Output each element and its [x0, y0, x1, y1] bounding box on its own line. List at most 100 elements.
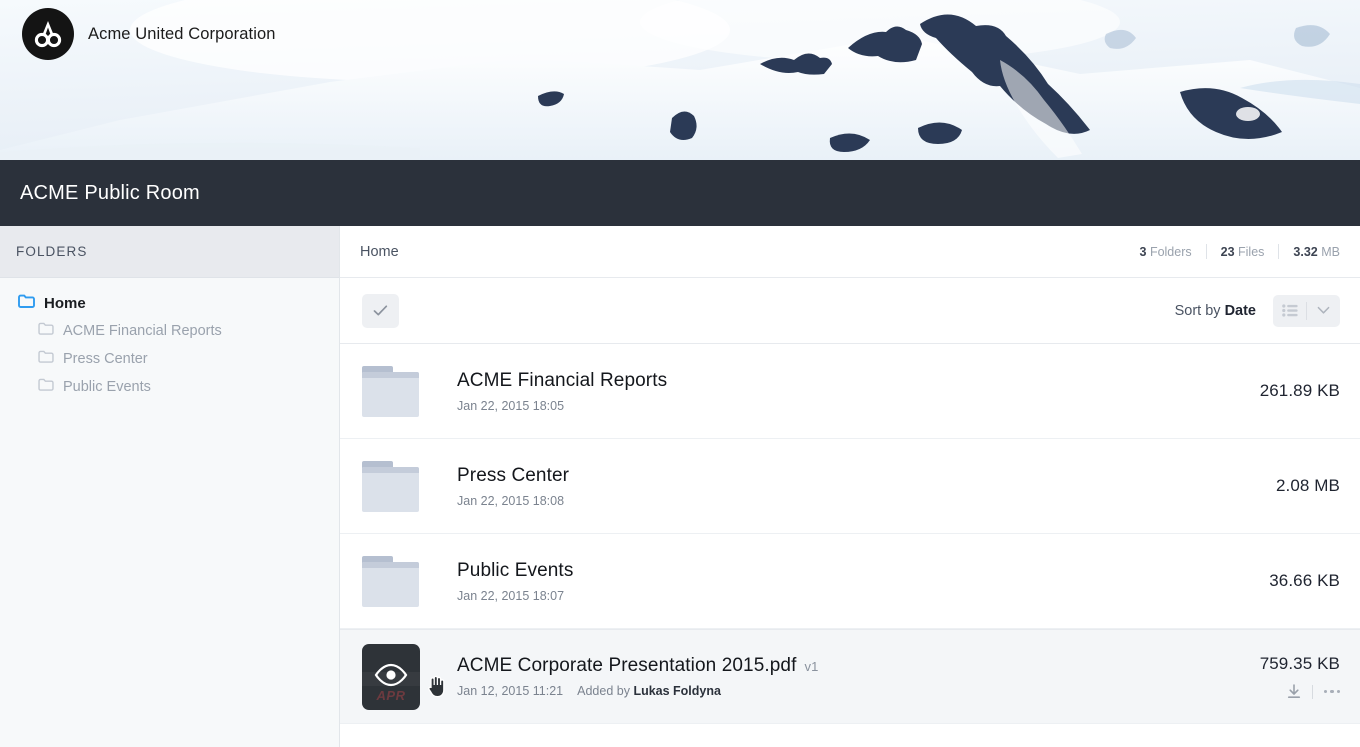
body: FOLDERS Home ACME Financial Reports Pres…	[0, 226, 1360, 747]
check-icon	[373, 304, 388, 315]
sidebar-item-label: Home	[44, 294, 86, 312]
more-options-button[interactable]	[1323, 689, 1340, 694]
thumb-label: APR	[376, 687, 406, 703]
select-all-button[interactable]	[362, 293, 399, 328]
brand-name: Acme United Corporation	[88, 24, 276, 43]
acme-circle-logo-icon	[22, 8, 74, 60]
sidebar-item-acme-financial-reports[interactable]: ACME Financial Reports	[0, 317, 339, 345]
table-row[interactable]: Public Events Jan 22, 2015 18:07 36.66 K…	[340, 534, 1360, 629]
row-meta: ACME Financial Reports Jan 22, 2015 18:0…	[444, 370, 1260, 413]
sidebar-item-public-events[interactable]: Public Events	[0, 373, 339, 401]
sidebar-item-press-center[interactable]: Press Center	[0, 345, 339, 373]
row-actions	[1260, 684, 1340, 699]
table-row[interactable]: APR ACME Corporate Presentation 2015.pdf…	[340, 629, 1360, 724]
folder-icon	[362, 365, 419, 417]
sort-controls: Sort by Date	[1175, 294, 1340, 327]
pdf-thumbnail[interactable]: APR	[362, 643, 420, 710]
folder-tree: Home ACME Financial Reports Press Center	[0, 278, 339, 401]
stat-files: 23 Files	[1221, 245, 1265, 259]
breadcrumb-bar: Home 3 Folders 23 Files 3.32 MB	[340, 226, 1360, 278]
eye-preview-icon	[374, 663, 408, 686]
row-subtitle: Jan 12, 2015 11:21 Added by Lukas Foldyn…	[457, 684, 1260, 698]
list-toolbar: Sort by Date	[340, 278, 1360, 344]
download-icon	[1287, 684, 1300, 699]
row-name[interactable]: ACME Corporate Presentation 2015.pdf v1	[457, 655, 1260, 677]
download-button[interactable]	[1287, 684, 1301, 699]
chevron-down-icon	[1317, 306, 1330, 314]
folder-stats: 3 Folders 23 Files 3.32 MB	[1140, 244, 1340, 259]
sidebar-item-label: Public Events	[63, 379, 151, 395]
row-subtitle: Jan 22, 2015 18:07	[457, 589, 1269, 603]
folder-icon	[362, 460, 419, 512]
stat-divider	[1278, 244, 1280, 259]
file-list: ACME Financial Reports Jan 22, 2015 18:0…	[340, 344, 1360, 747]
row-subtitle: Jan 22, 2015 18:08	[457, 494, 1276, 508]
sort-by-button[interactable]: Sort by Date	[1175, 303, 1256, 319]
list-view-icon	[1281, 304, 1298, 317]
sort-prefix: Sort by	[1174, 302, 1221, 319]
row-size: 261.89 KB	[1259, 381, 1340, 400]
table-row[interactable]: Press Center Jan 22, 2015 18:08 2.08 MB	[340, 439, 1360, 534]
room-title: ACME Public Room	[20, 181, 200, 204]
row-thumbnail[interactable]	[362, 460, 444, 512]
row-date: Jan 22, 2015 18:05	[457, 398, 565, 413]
row-subtitle: Jan 22, 2015 18:05	[457, 399, 1260, 413]
row-name-text: Public Events	[457, 559, 574, 581]
row-name-text: ACME Corporate Presentation 2015.pdf	[457, 655, 797, 676]
added-by-user: Lukas Foldyna	[633, 684, 721, 698]
list-view-button[interactable]	[1273, 295, 1306, 327]
stat-size: 3.32 MB	[1293, 245, 1340, 259]
folder-icon	[38, 350, 54, 368]
row-name[interactable]: Press Center	[457, 465, 1276, 487]
row-size-cell: 2.08 MB	[1276, 476, 1340, 496]
view-toggle-group	[1273, 294, 1340, 327]
hand-cursor-icon	[428, 675, 445, 698]
row-added-by: Added by Lukas Foldyna	[577, 684, 721, 698]
table-row[interactable]: ACME Financial Reports Jan 22, 2015 18:0…	[340, 344, 1360, 439]
sidebar-item-home[interactable]: Home	[0, 289, 339, 317]
page-banner: Acme United Corporation	[0, 0, 1360, 160]
row-thumbnail[interactable]	[362, 555, 444, 607]
row-size: 759.35 KB	[1259, 654, 1340, 673]
row-size-cell: 261.89 KB	[1260, 381, 1340, 401]
row-size: 2.08 MB	[1275, 476, 1340, 495]
content-area: Home 3 Folders 23 Files 3.32 MB Sort by …	[340, 226, 1360, 747]
sidebar: FOLDERS Home ACME Financial Reports Pres…	[0, 226, 340, 747]
row-date: Jan 22, 2015 18:07	[457, 588, 565, 603]
more-options-icon	[1323, 689, 1340, 694]
row-name[interactable]: ACME Financial Reports	[457, 370, 1260, 392]
folder-icon	[38, 378, 54, 396]
row-thumbnail[interactable]: APR	[362, 643, 445, 710]
stat-files-count: 23	[1220, 244, 1235, 259]
room-title-bar: ACME Public Room	[0, 160, 1360, 226]
row-date: Jan 22, 2015 18:08	[457, 493, 565, 508]
sort-value: Date	[1224, 302, 1256, 319]
sidebar-header: FOLDERS	[0, 226, 339, 278]
row-size: 36.66 KB	[1269, 571, 1340, 590]
row-date: Jan 12, 2015 11:21	[457, 684, 564, 698]
row-size-cell: 759.35 KB	[1260, 654, 1340, 699]
row-meta: Press Center Jan 22, 2015 18:08	[444, 465, 1276, 508]
folder-icon	[18, 294, 35, 313]
row-meta: Public Events Jan 22, 2015 18:07	[444, 560, 1269, 603]
row-version: v1	[804, 659, 819, 674]
view-options-button[interactable]	[1307, 295, 1340, 327]
row-thumbnail[interactable]	[362, 365, 444, 417]
action-divider	[1311, 684, 1313, 699]
breadcrumb[interactable]: Home	[360, 244, 399, 260]
row-meta: ACME Corporate Presentation 2015.pdf v1 …	[444, 655, 1260, 698]
row-size-cell: 36.66 KB	[1269, 571, 1340, 591]
row-name[interactable]: Public Events	[457, 560, 1269, 582]
row-name-text: ACME Financial Reports	[457, 369, 668, 391]
brand: Acme United Corporation	[22, 8, 276, 60]
added-by-prefix: Added by	[577, 684, 630, 698]
row-name-text: Press Center	[457, 464, 570, 486]
stat-size-unit: MB	[1321, 244, 1340, 259]
stat-folders-label: Folders	[1149, 244, 1192, 259]
folder-icon	[362, 555, 419, 607]
stat-folders: 3 Folders	[1140, 245, 1192, 259]
sidebar-item-label: Press Center	[63, 351, 148, 367]
stat-divider	[1205, 244, 1207, 259]
folder-icon	[38, 322, 54, 340]
sidebar-header-label: FOLDERS	[16, 244, 88, 259]
